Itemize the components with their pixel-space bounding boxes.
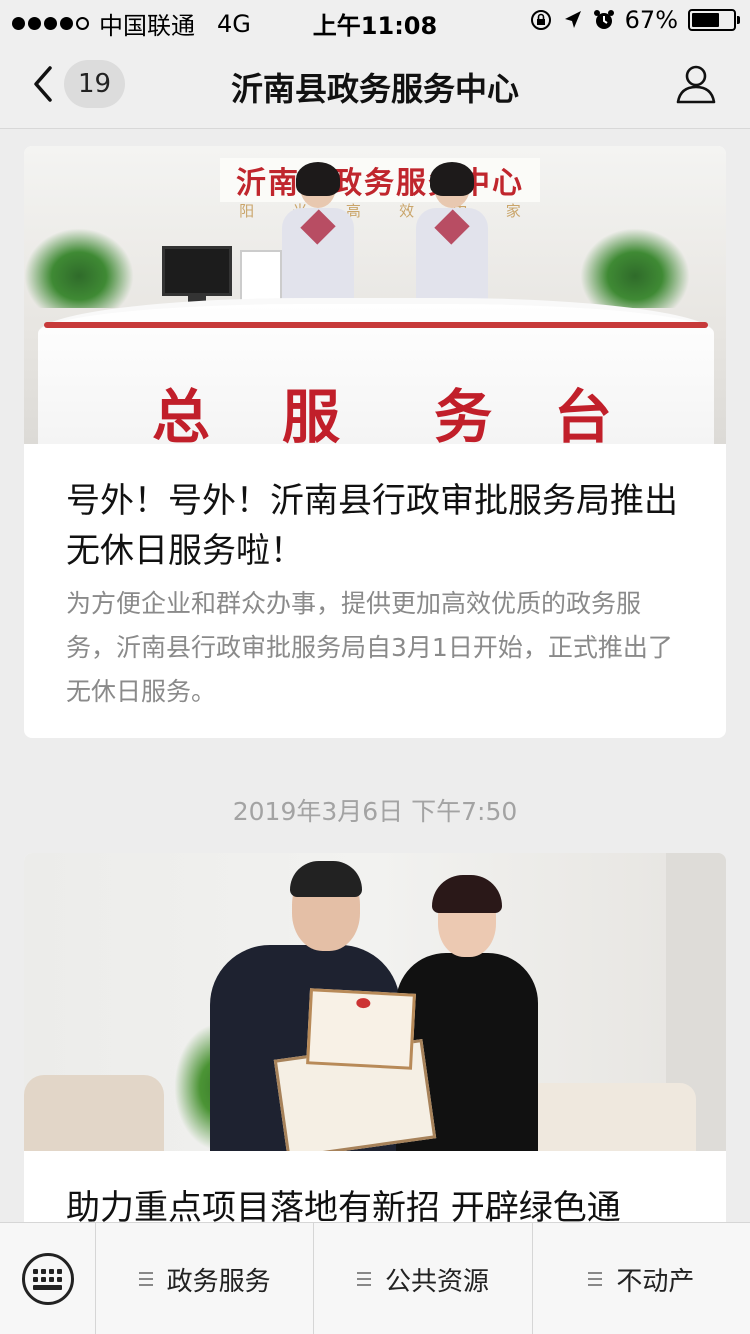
sofa [24,1075,164,1151]
keyboard-icon [21,1253,74,1305]
keyboard-toggle-button[interactable] [0,1223,96,1334]
article-description: 为方便企业和群众办事，提供更加高效优质的政务服务，沂南县行政审批服务局自3月1日… [66,589,673,706]
certificate [306,988,416,1070]
menu-item-gonggong[interactable]: 公共资源 [314,1223,533,1334]
menu-lines-icon [356,1272,371,1286]
menu-item-budongchan[interactable]: 不动产 [533,1223,750,1334]
article-title[interactable]: 号外！号外！沂南县行政审批服务局推出无休日服务啦！ [66,476,686,576]
service-counter [38,298,714,444]
menu-lines-icon [588,1272,603,1286]
profile-button[interactable] [674,62,718,106]
menu-item-label: 不动产 [616,1266,695,1297]
status-right: 67% [529,6,740,34]
desk-char: 总 [152,383,211,444]
menu-item-label: 公共资源 [384,1266,489,1297]
menu-item-zhengwu[interactable]: 政务服务 [96,1223,315,1334]
rotation-lock-icon [530,10,551,30]
page-title: 沂南县政务服务中心 [230,70,519,108]
bottom-menu: 政务服务 公共资源 不动产 [0,1222,750,1334]
plant-decoration [580,228,690,308]
battery-percent: 67% [624,6,678,34]
nav-bar: 19 沂南县政务服务中心 [0,40,750,129]
article-card[interactable]: 沂南县政务服务中心 阳光 高效 中家 总 服 务 台 号外！号外！沂南县行政审批… [24,146,726,738]
desk-char: 台 [554,383,613,444]
monitor [162,246,232,296]
person-icon [676,65,716,104]
desk-char: 务 [434,383,493,444]
message-timestamp: 2019年3月6日 下午7:50 [232,797,518,826]
staff-person [416,162,488,316]
staff-person [282,162,354,316]
article-cover-image: 沂南县政务服务中心 阳光 高效 中家 总 服 务 台 [24,146,726,444]
battery-fill [692,13,719,27]
image-sign-subtext: 阳光 高效 中家 [239,202,521,220]
desk-char: 服 [282,383,341,444]
plant-decoration [24,228,134,308]
sofa [526,1083,696,1151]
menu-lines-icon [138,1272,153,1286]
menu-item-label: 政务服务 [166,1266,271,1297]
alarm-icon [593,10,614,29]
article-cover-image [24,853,726,1151]
battery-icon [688,9,740,31]
location-icon [564,11,581,28]
status-bar: 中国联通 4G 上午11:08 67% [0,0,750,40]
image-sign-text: 沂南县政务服务中心 [220,158,540,202]
